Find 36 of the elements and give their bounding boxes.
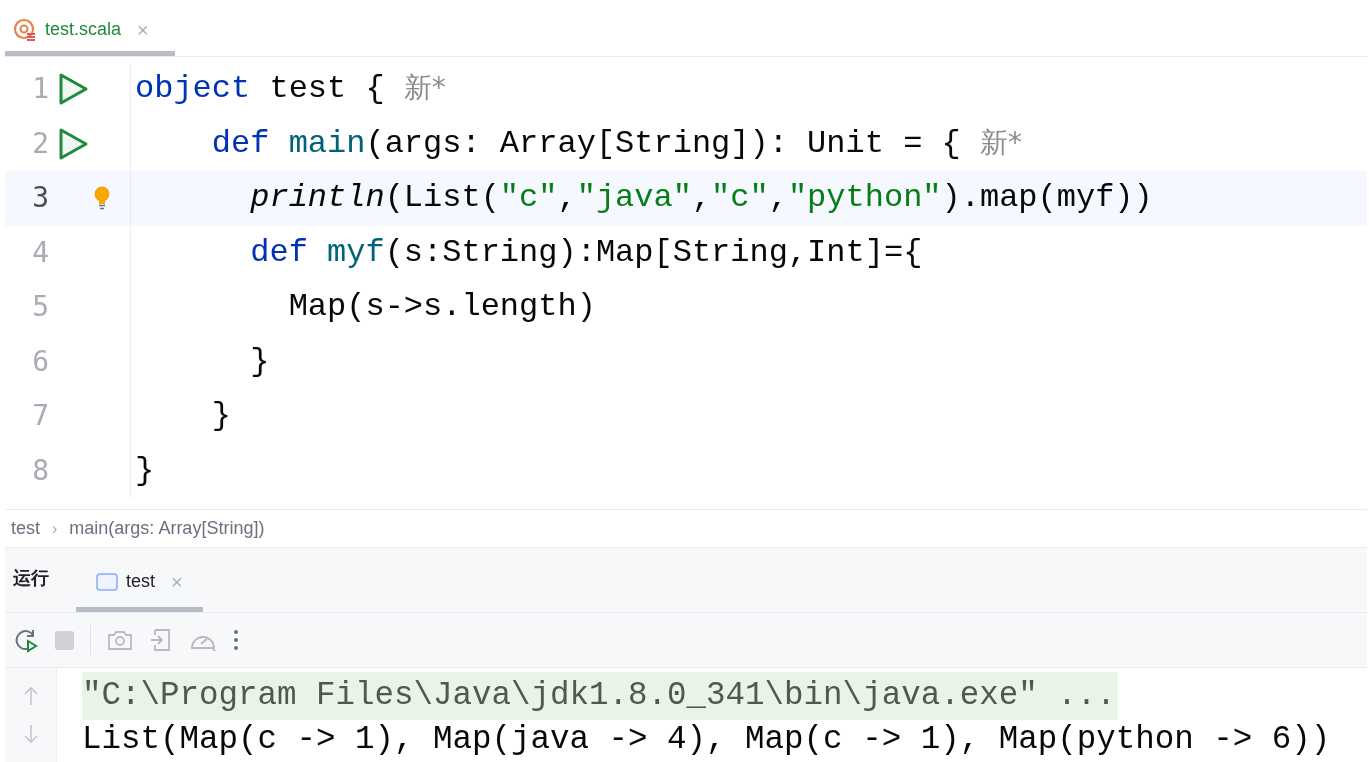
panel-title: 运行 bbox=[12, 567, 50, 590]
line-number: 1 bbox=[31, 71, 49, 108]
line-number: 7 bbox=[31, 398, 49, 435]
line-number: 8 bbox=[31, 452, 49, 489]
code-line: } bbox=[249, 345, 270, 378]
tab-title: test bbox=[126, 570, 155, 593]
line-number: 3 bbox=[31, 180, 49, 217]
line-number: 5 bbox=[31, 289, 49, 326]
rerun-icon[interactable] bbox=[13, 627, 39, 653]
breadcrumb[interactable]: test bbox=[11, 515, 40, 542]
down-arrow-icon[interactable] bbox=[22, 724, 39, 744]
line-number: 4 bbox=[31, 234, 49, 271]
line-number: 2 bbox=[31, 125, 49, 162]
line-number: 6 bbox=[31, 343, 49, 380]
code-line: object test { 新* bbox=[134, 73, 446, 106]
lightbulb-icon[interactable] bbox=[93, 186, 111, 211]
editor-tab[interactable]: test.scala × bbox=[5, 8, 175, 56]
camera-icon[interactable] bbox=[107, 629, 133, 651]
breadcrumb[interactable]: main(args: Array[String]) bbox=[69, 515, 265, 542]
up-arrow-icon[interactable] bbox=[22, 686, 39, 706]
code-line: Map(s->s.length) bbox=[287, 291, 596, 324]
scala-file-icon bbox=[13, 17, 37, 42]
console-line: List(Map(c -> 1), Map(java -> 4), Map(c -> 1), Map(python -> 6)) bbox=[82, 720, 1331, 760]
chevron-icon: › bbox=[52, 516, 58, 541]
code-line: } bbox=[134, 454, 155, 487]
code-line: def myf(s:String):Map[String,Int]={ bbox=[249, 236, 923, 269]
console-icon bbox=[96, 571, 118, 592]
more-icon[interactable] bbox=[233, 629, 239, 651]
exit-icon[interactable] bbox=[149, 628, 173, 652]
stop-icon[interactable] bbox=[55, 630, 74, 650]
tab-title: test.scala bbox=[45, 18, 122, 41]
code-line: } bbox=[210, 400, 231, 433]
run-icon[interactable] bbox=[57, 72, 89, 107]
run-icon[interactable] bbox=[57, 126, 89, 161]
code-line: println(List("c","java","c","python").map(myf)) bbox=[249, 182, 1153, 215]
code-line: def main(args: Array[String]): Unit = { 新* bbox=[210, 127, 1022, 160]
